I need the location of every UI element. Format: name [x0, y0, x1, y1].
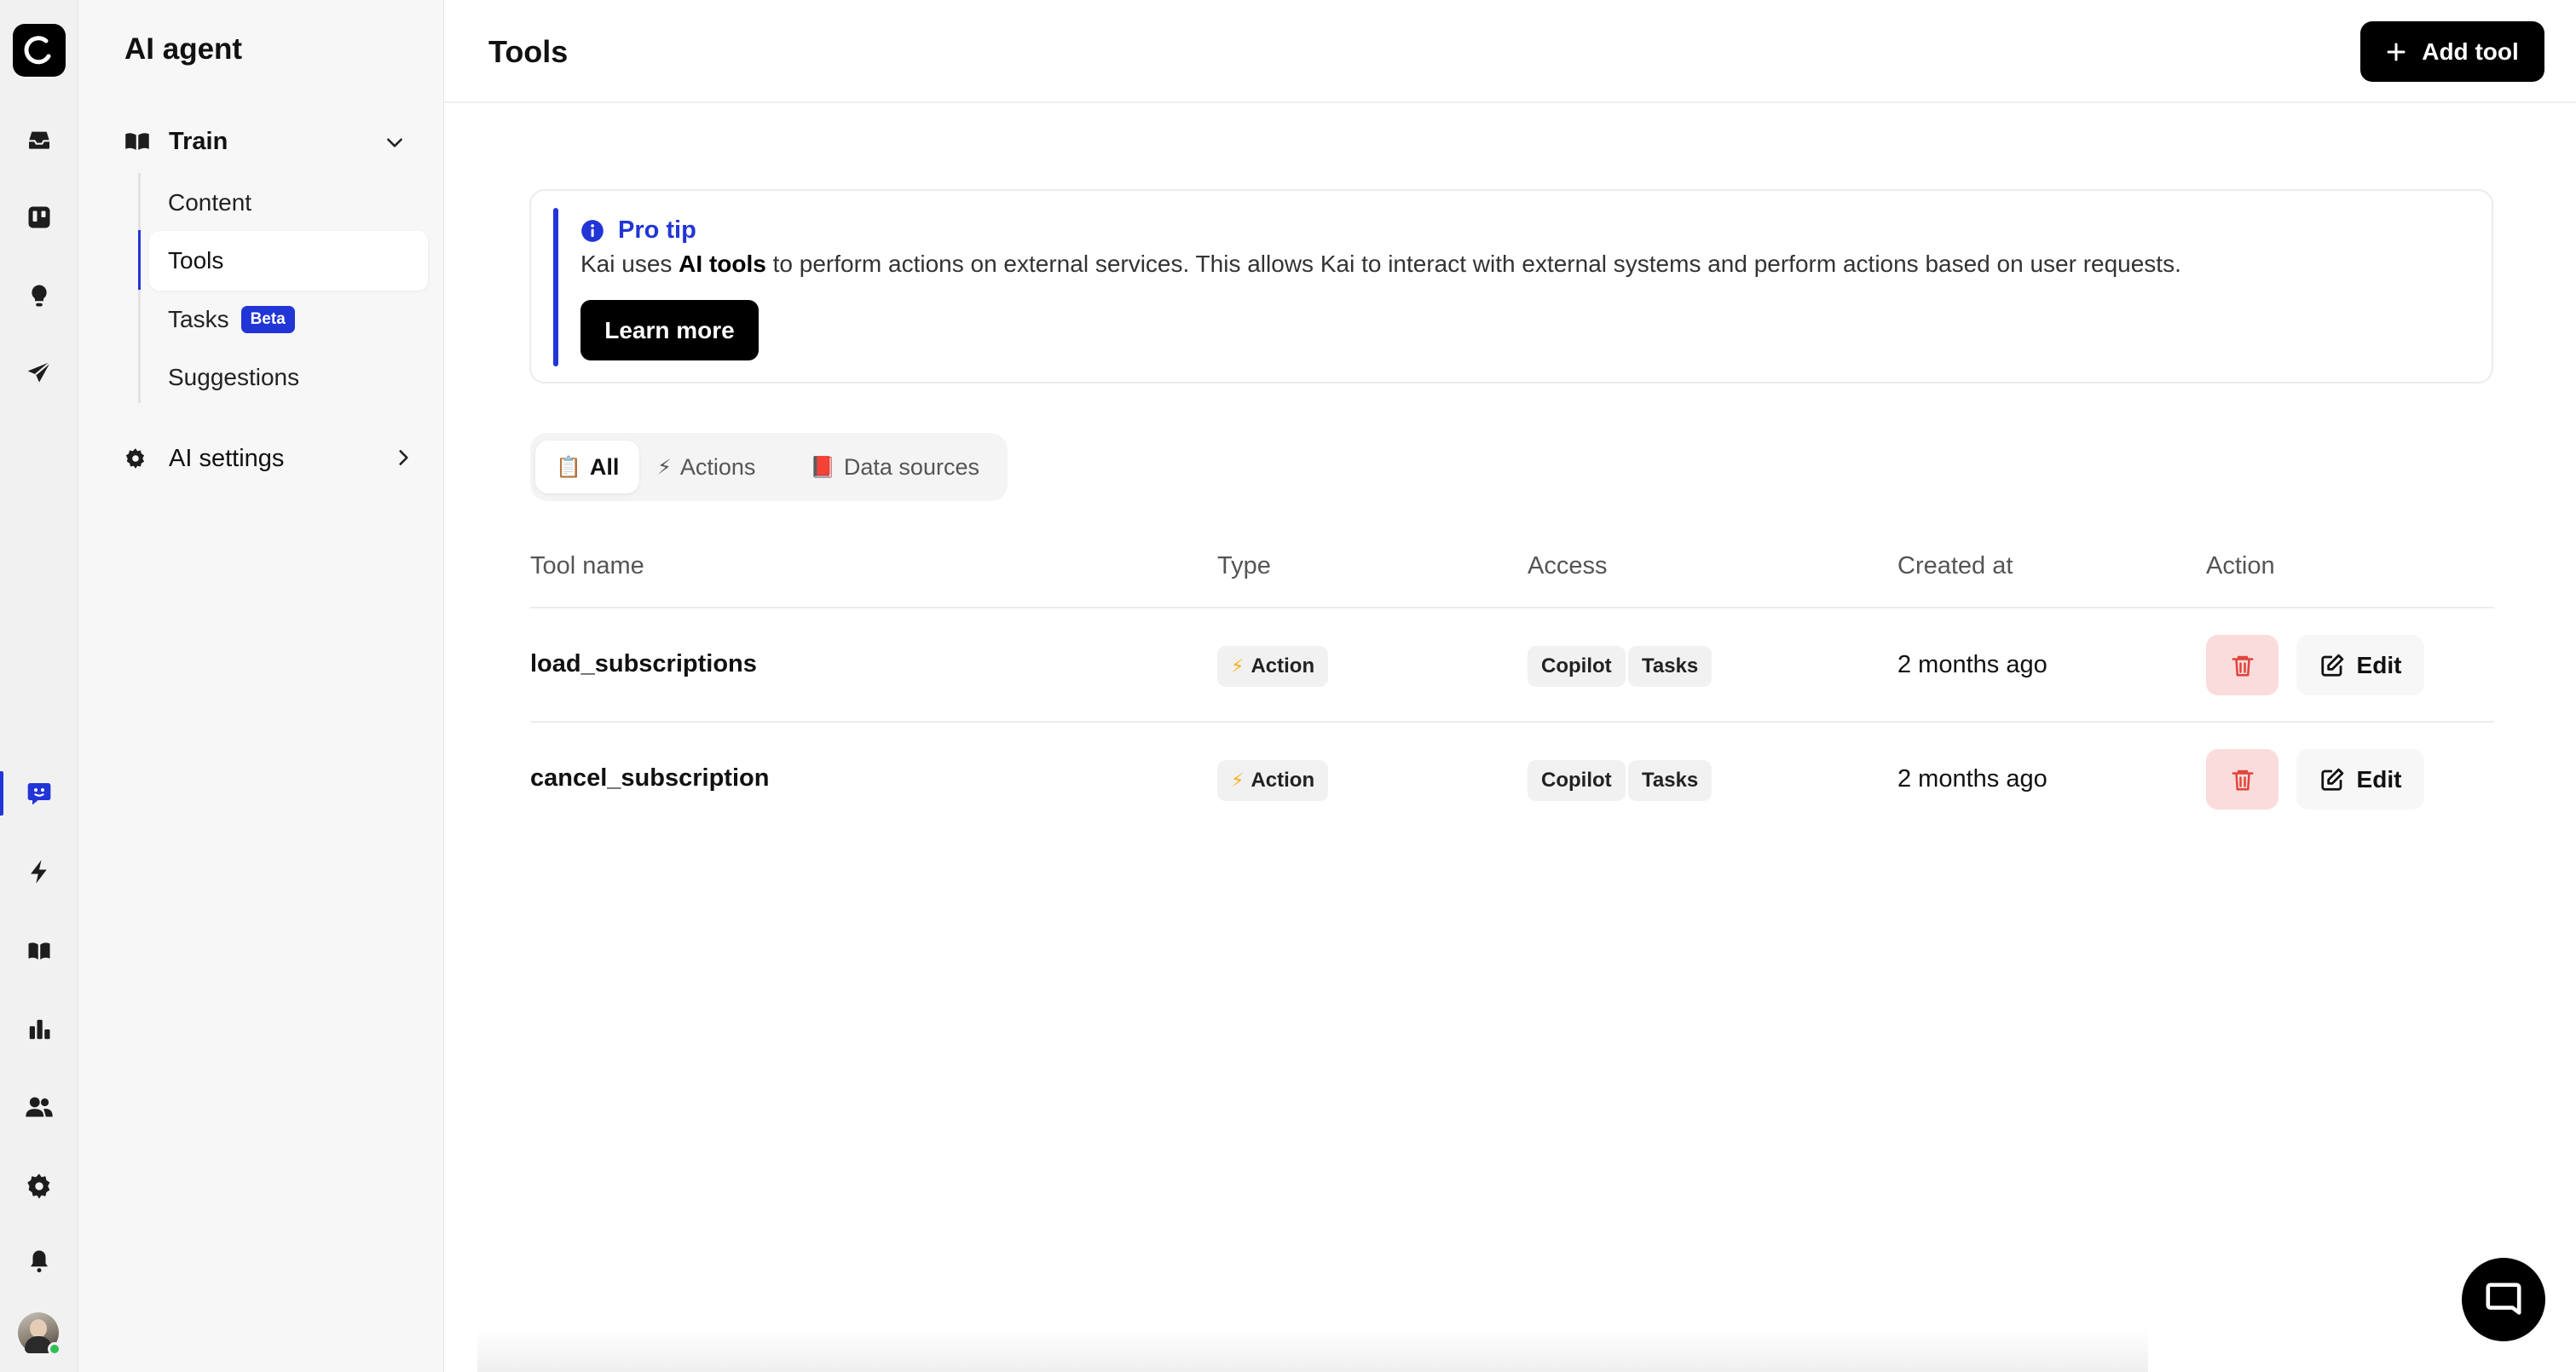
main-content: Tools Add tool Pro tip Kai uses AI tools… — [444, 0, 2576, 1372]
trash-icon — [2232, 655, 2253, 676]
trash-icon — [2232, 770, 2253, 790]
sidebar-item-content[interactable]: Content — [149, 173, 428, 233]
col-type: Type — [1217, 552, 1271, 579]
delete-button[interactable] — [2206, 749, 2279, 810]
tip-accent-bar — [553, 208, 558, 366]
plus-icon — [2387, 43, 2406, 61]
edit-button[interactable]: Edit — [2296, 635, 2424, 695]
edit-label: Edit — [2356, 651, 2402, 678]
active-indicator — [138, 230, 141, 290]
sidebar-item-tools[interactable]: Tools — [149, 231, 428, 291]
page-title: Tools — [488, 34, 569, 69]
clipboard-icon: 📋 — [556, 455, 581, 479]
access-chip: Copilot — [1528, 760, 1626, 801]
access-chip: Tasks — [1628, 760, 1713, 801]
train-group-toggle[interactable]: Train — [124, 126, 406, 157]
access-chip: Tasks — [1628, 646, 1713, 687]
book-open-icon — [125, 133, 149, 150]
beta-badge: Beta — [240, 306, 295, 333]
icon-rail — [0, 0, 78, 1372]
lightning-icon: ⚡ — [1231, 770, 1245, 791]
bar-chart-icon[interactable] — [0, 1004, 78, 1055]
tree-line — [138, 173, 141, 403]
edit-icon — [2320, 654, 2343, 677]
learn-more-button[interactable]: Learn more — [580, 300, 759, 360]
tip-title: Pro tip — [618, 216, 696, 244]
avatar[interactable] — [18, 1312, 61, 1356]
sidebar-item-label: Tools — [168, 247, 224, 274]
access-chip: Copilot — [1528, 646, 1626, 687]
created-at: 2 months ago — [1897, 651, 2048, 678]
lightning-icon: ⚡ — [657, 455, 672, 479]
kanban-icon[interactable] — [0, 192, 78, 243]
filter-tabs: 📋 All ⚡ Actions 📕 Data sources — [530, 433, 1008, 501]
table-header: Tool name Type Access Created at Action — [530, 552, 2494, 608]
online-status-dot — [48, 1342, 61, 1356]
book-icon: 📕 — [810, 455, 835, 479]
chat-launcher-button[interactable] — [2462, 1258, 2545, 1341]
col-action: Action — [2206, 552, 2275, 579]
type-chip: ⚡ Action — [1217, 646, 1329, 687]
tool-name[interactable]: cancel_subscription — [530, 764, 769, 793]
inbox-icon[interactable] — [0, 114, 78, 165]
created-at: 2 months ago — [1897, 765, 2048, 793]
train-label: Train — [169, 127, 228, 155]
app-logo-icon[interactable] — [13, 24, 66, 77]
tab-actions[interactable]: ⚡ Actions — [637, 441, 776, 493]
users-icon[interactable] — [0, 1082, 78, 1133]
pro-tip-card: Pro tip Kai uses AI tools to perform act… — [529, 189, 2493, 383]
gear-icon[interactable] — [0, 1161, 78, 1212]
book-icon[interactable] — [0, 925, 78, 977]
bell-icon[interactable] — [0, 1236, 78, 1287]
sidebar-item-label: Suggestions — [168, 364, 300, 390]
top-bar: Tools Add tool — [444, 0, 2576, 103]
sidebar-item-tasks[interactable]: Tasks Beta — [149, 290, 428, 349]
sidebar-item-label: Tasks — [168, 306, 229, 332]
ai-agent-icon[interactable] — [0, 768, 78, 819]
col-access: Access — [1528, 552, 1608, 579]
tool-name[interactable]: load_subscriptions — [530, 650, 757, 678]
section-title: AI agent — [124, 32, 243, 66]
gear-icon — [125, 448, 145, 469]
sidebar-item-suggestions[interactable]: Suggestions — [149, 348, 428, 407]
lightbulb-icon[interactable] — [0, 270, 78, 321]
add-tool-button[interactable]: Add tool — [2360, 21, 2544, 82]
edit-label: Edit — [2356, 765, 2402, 793]
chat-bubble-icon — [2486, 1283, 2521, 1315]
delete-button[interactable] — [2206, 635, 2279, 695]
tab-all[interactable]: 📋 All — [535, 441, 640, 493]
chevron-down-icon — [387, 138, 402, 147]
tab-data-sources[interactable]: 📕 Data sources — [789, 441, 1000, 493]
col-created-at: Created at — [1897, 552, 2013, 579]
col-tool-name: Tool name — [530, 552, 644, 579]
tip-text: Kai uses AI tools to perform actions on … — [580, 251, 2181, 277]
ai-settings-link[interactable]: AI settings — [124, 443, 414, 474]
edit-button[interactable]: Edit — [2296, 749, 2424, 810]
lightning-icon[interactable] — [0, 846, 78, 897]
table-row[interactable]: load_subscriptions ⚡ Action Copilot Tasks… — [530, 608, 2494, 723]
bottom-shadow — [477, 1329, 2148, 1372]
info-icon — [581, 219, 604, 242]
table-row[interactable]: cancel_subscription ⚡ Action Copilot Task… — [530, 723, 2494, 837]
sidebar-item-label: Content — [168, 189, 252, 216]
add-tool-label: Add tool — [2422, 37, 2519, 65]
lightning-icon: ⚡ — [1231, 655, 1245, 677]
type-chip: ⚡ Action — [1217, 760, 1329, 801]
send-icon[interactable] — [0, 348, 78, 399]
edit-icon — [2320, 768, 2343, 791]
secondary-sidebar: AI agent Train Content Tools Tasks Beta S… — [78, 0, 444, 1372]
chevron-right-icon — [399, 450, 408, 465]
ai-settings-label: AI settings — [169, 444, 285, 472]
